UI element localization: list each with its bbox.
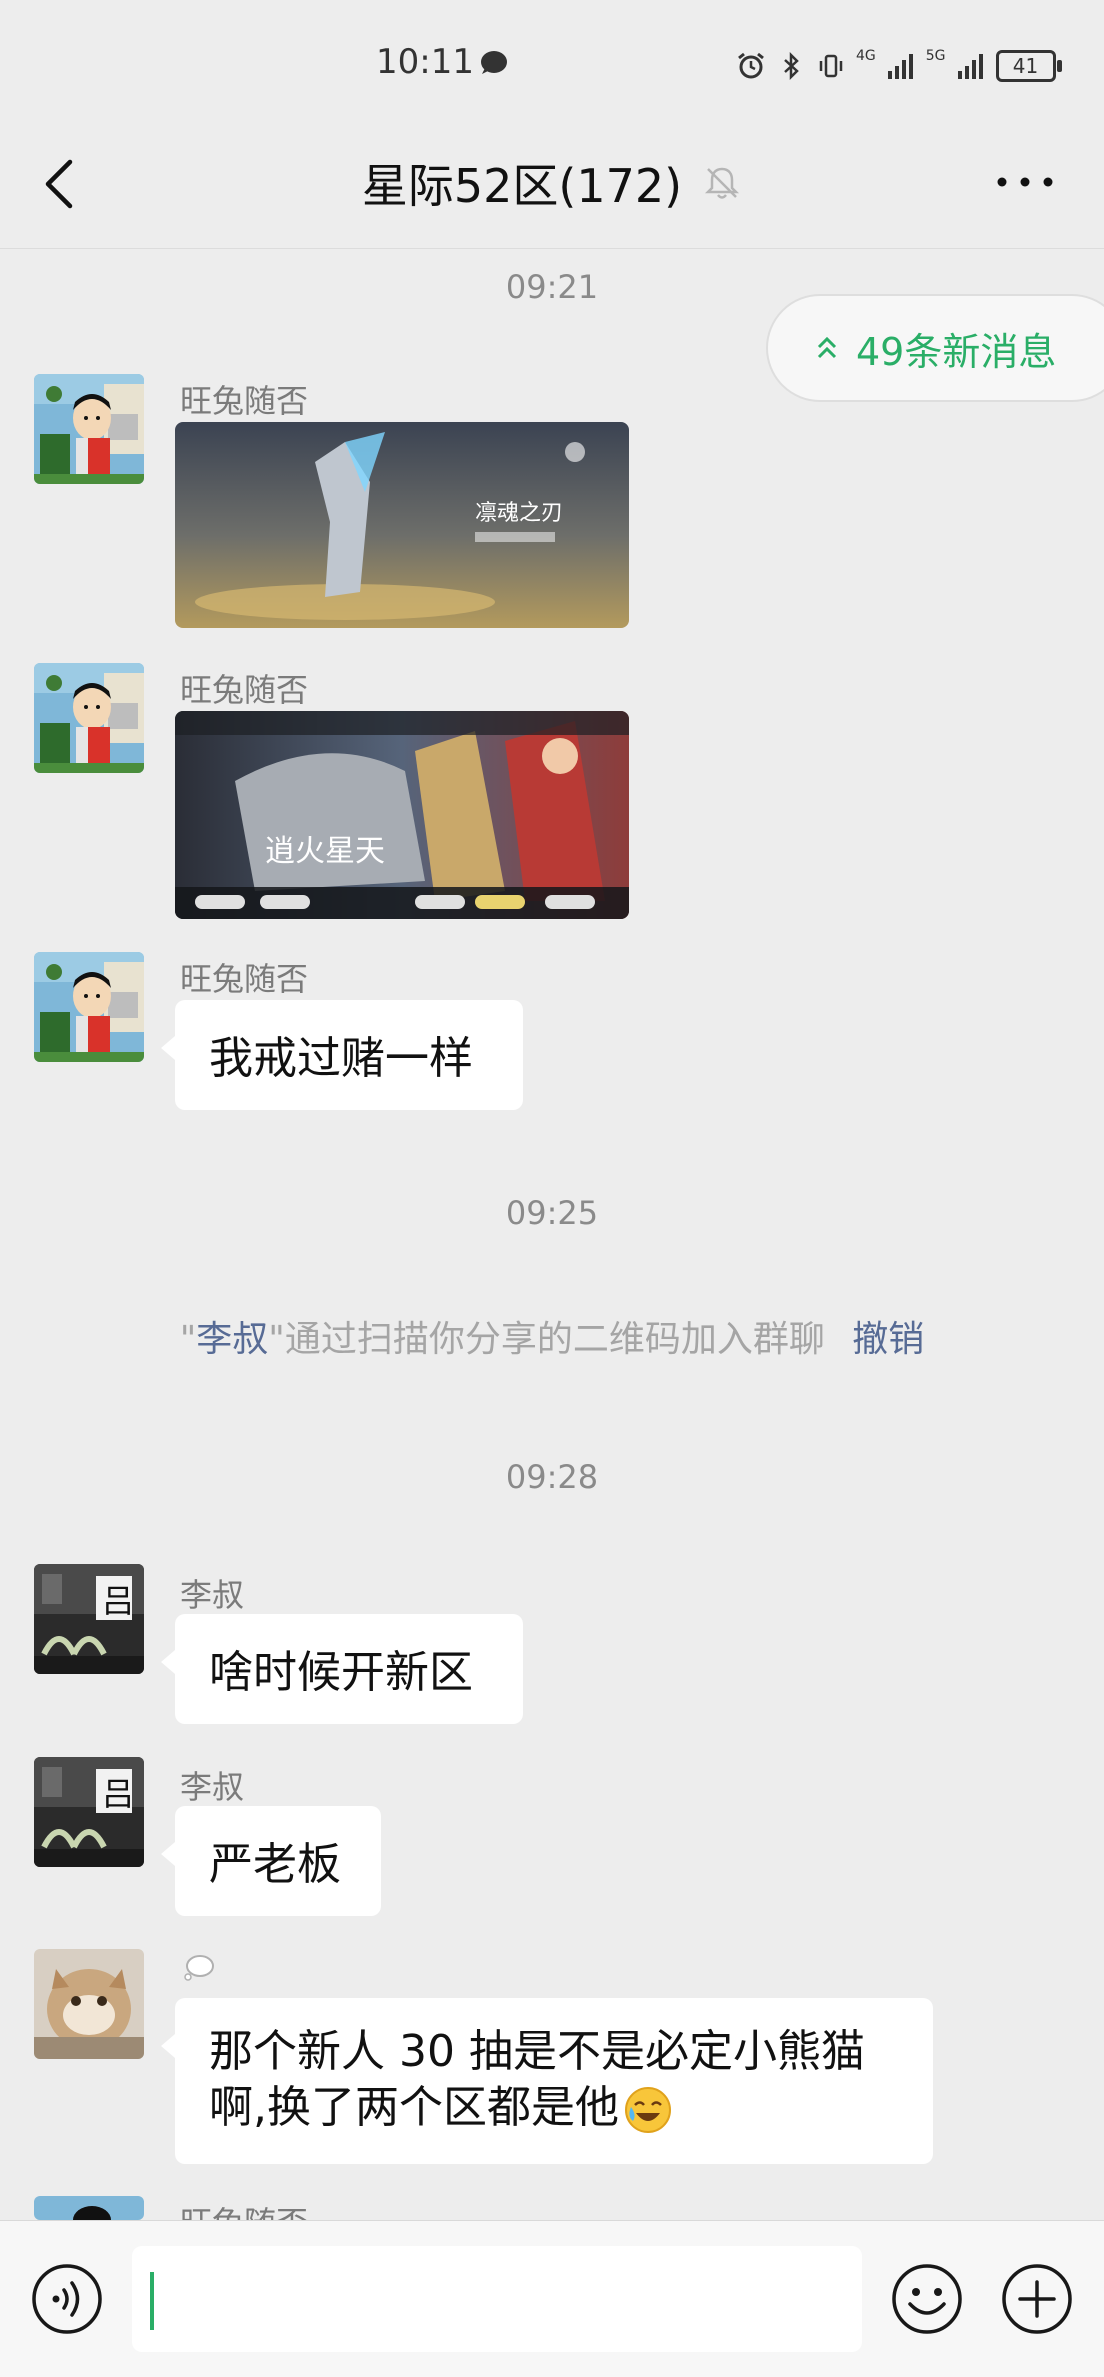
- image-message[interactable]: 逍火星天: [175, 711, 629, 919]
- avatar[interactable]: [34, 374, 144, 484]
- battery-icon: 41: [995, 50, 1062, 82]
- sender-name: 旺兔随否: [180, 960, 309, 998]
- revoke-link[interactable]: 撤销: [852, 1319, 924, 1360]
- image-caption: 逍火星天: [265, 834, 385, 869]
- image-message[interactable]: 凛魂之刃: [175, 422, 629, 628]
- mute-bell-icon: [705, 167, 740, 199]
- timestamp: 09:25: [505, 1194, 599, 1232]
- sender-name: 旺兔随否: [180, 2198, 308, 2220]
- new-messages-label: 49条新消息: [856, 329, 1057, 374]
- sender-name: 旺兔随否: [180, 671, 309, 709]
- message-input[interactable]: [132, 2246, 862, 2352]
- double-chevron-up-icon: [817, 336, 837, 359]
- sender-bubble-icon: [184, 1955, 214, 1981]
- bluetooth-icon: [784, 51, 799, 81]
- message-bubble[interactable]: 啥时候开新区: [161, 1614, 523, 1724]
- message-text: 严老板: [209, 1839, 341, 1890]
- avatar[interactable]: [34, 1949, 144, 2059]
- image-caption: 凛魂之刃: [475, 501, 563, 526]
- notice-text: "通过扫描你分享的二维码加入群聊: [268, 1319, 825, 1360]
- text-caret: [150, 2272, 154, 2330]
- message-bubble[interactable]: 严老板: [161, 1806, 381, 1916]
- alarm-icon: [738, 52, 764, 79]
- message-text: 我戒过赌一样: [209, 1033, 473, 1084]
- plus-icon[interactable]: [1000, 2262, 1074, 2336]
- message-bubble[interactable]: 我戒过赌一样: [161, 1000, 523, 1110]
- more-options-icon[interactable]: [990, 162, 1060, 202]
- new-messages-button[interactable]: 49条新消息: [766, 294, 1104, 402]
- svg-text:吕: 吕: [102, 1582, 134, 1620]
- status-indicators: 4G 5G 41: [736, 48, 1062, 84]
- chat-title-row: 星际52区(172): [0, 150, 1104, 216]
- avatar[interactable]: 吕: [34, 1564, 144, 1674]
- avatar[interactable]: [34, 952, 144, 1062]
- vibrate-icon: [819, 54, 843, 78]
- sender-name: 李叔: [180, 1576, 245, 1614]
- timestamp: 09:28: [505, 1458, 599, 1496]
- chat-bubble-icon: [481, 51, 507, 74]
- svg-text:吕: 吕: [102, 1775, 134, 1813]
- laugh-cry-emoji-icon: [625, 2087, 671, 2133]
- notice-quote: ": [179, 1319, 197, 1360]
- avatar[interactable]: [34, 663, 144, 773]
- voice-input-icon[interactable]: [30, 2262, 104, 2336]
- message-text-line-2: 啊,换了两个区都是他: [209, 2080, 899, 2136]
- system-notice: "李叔"通过扫描你分享的二维码加入群聊 撤销: [0, 1310, 1104, 1362]
- message-text-line-1: 那个新人 30 抽是不是必定小熊猫: [209, 2026, 865, 2077]
- signal-icon: [887, 54, 913, 79]
- sender-name: 旺兔随否: [180, 382, 309, 420]
- signal-icon-2: [957, 54, 983, 79]
- notice-user-link[interactable]: 李叔: [196, 1319, 268, 1360]
- emoji-icon[interactable]: [890, 2262, 964, 2336]
- avatar[interactable]: [34, 2196, 144, 2220]
- network-label-2: 5G: [925, 48, 946, 64]
- avatar[interactable]: 吕: [34, 1757, 144, 1867]
- message-text: 啥时候开新区: [209, 1647, 473, 1698]
- chat-title[interactable]: 星际52区(172): [362, 150, 682, 216]
- status-time: 10:11: [376, 42, 474, 82]
- message-bubble[interactable]: 那个新人 30 抽是不是必定小熊猫 啊,换了两个区都是他: [161, 1998, 933, 2164]
- message-text: 啊,换了两个区都是他: [209, 2082, 619, 2133]
- network-label-1: 4G: [856, 48, 876, 64]
- sender-name: 李叔: [180, 1768, 245, 1806]
